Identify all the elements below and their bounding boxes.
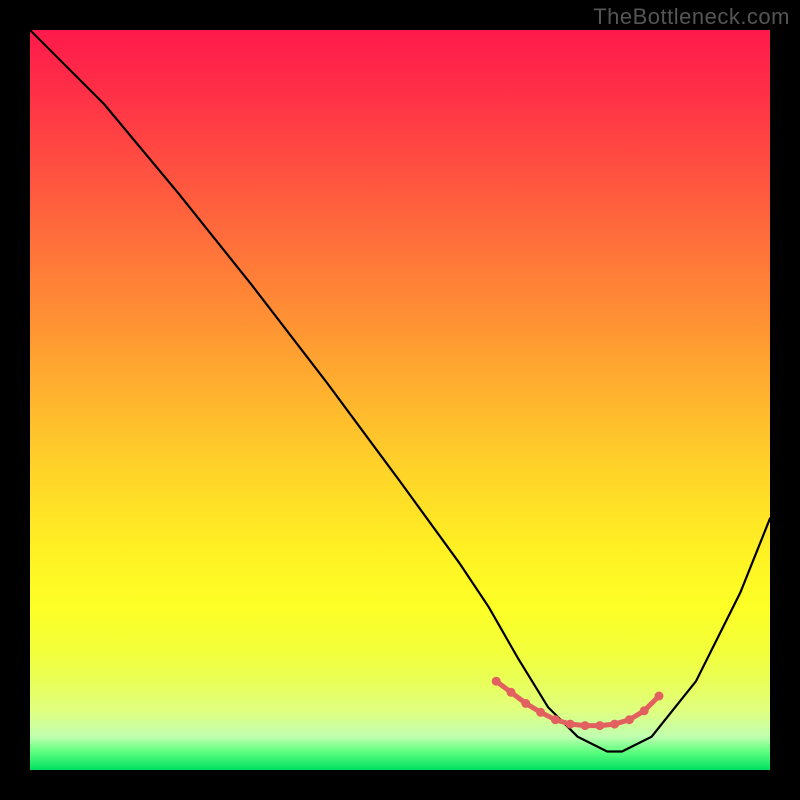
chart-frame: TheBottleneck.com [0,0,800,800]
valley-dot [581,721,590,730]
valley-dot [566,720,575,729]
valley-marker [492,677,664,730]
valley-dot [595,721,604,730]
chart-svg [30,30,770,770]
plot-area [30,30,770,770]
valley-dot [551,715,560,724]
valley-dot [492,677,501,686]
watermark-text: TheBottleneck.com [593,4,790,30]
valley-dot [521,699,530,708]
valley-dot [655,692,664,701]
valley-dot [507,688,516,697]
valley-dot [610,720,619,729]
valley-dot [625,715,634,724]
bottleneck-curve [30,30,770,752]
valley-dot [536,708,545,717]
valley-dot [640,706,649,715]
